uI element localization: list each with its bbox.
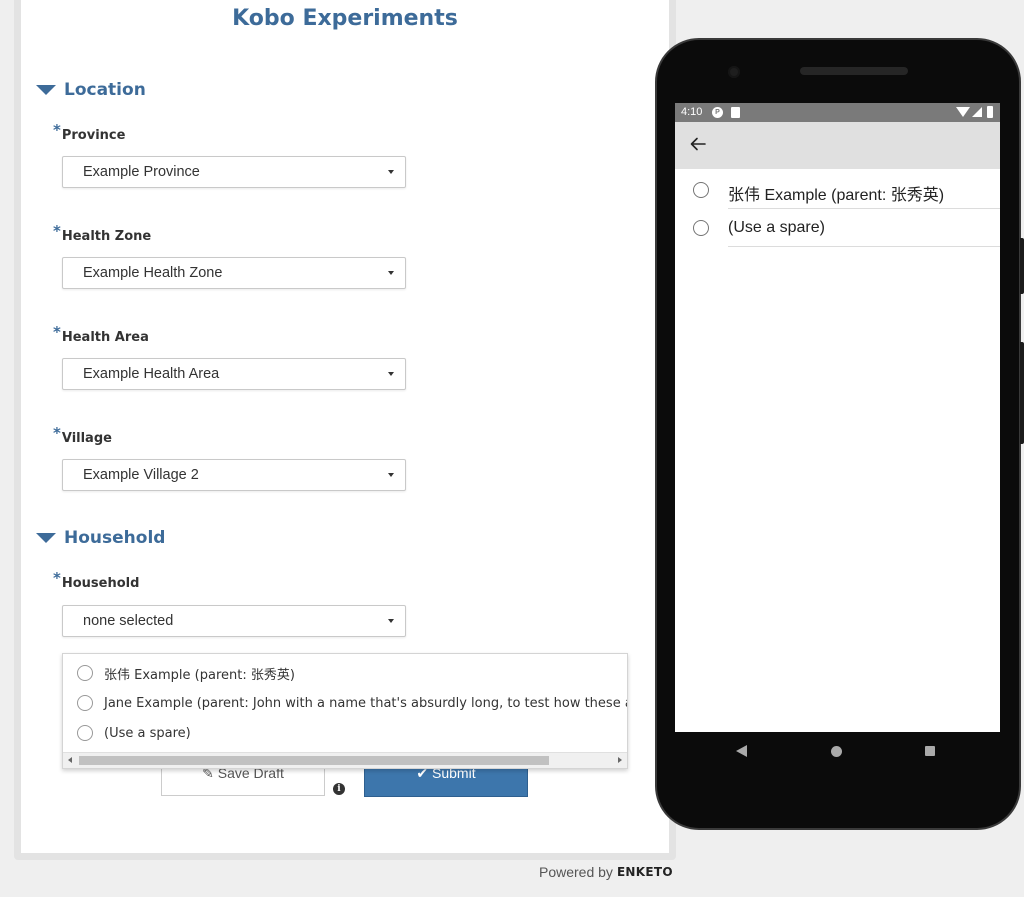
province-select[interactable]: Example Province (62, 156, 406, 188)
phone-option-label: 张伟 Example (parent: 张秀英) (728, 187, 945, 204)
dropdown-arrow-icon (388, 372, 394, 376)
app-bar (675, 122, 1000, 169)
required-marker: * (53, 323, 61, 341)
sd-card-icon (731, 107, 740, 118)
powered-by-text: Powered by (539, 864, 613, 880)
group-header-household[interactable]: Household (36, 526, 165, 550)
nav-home-icon[interactable] (831, 746, 842, 757)
scrollbar-thumb[interactable] (79, 756, 549, 765)
dropdown-option[interactable]: (Use a spare) (77, 723, 191, 743)
dropdown-option-label: 张伟 Example (parent: 张秀英) (104, 667, 295, 683)
dropdown-option[interactable]: Jane Example (parent: John with a name t… (77, 693, 628, 713)
signal-icon (972, 107, 982, 117)
back-arrow-icon[interactable] (688, 134, 708, 154)
required-marker: * (53, 121, 61, 139)
group-header-location[interactable]: Location (36, 78, 146, 102)
health-area-label: *Health Area (53, 323, 149, 345)
province-select-value: Example Province (83, 164, 200, 180)
info-icon[interactable]: i (333, 783, 345, 795)
phone-screen: 4:10 P 张伟 Example (parent: 张秀英) (Use a s… (675, 103, 1000, 732)
scroll-right-icon[interactable] (618, 757, 622, 763)
phone-option-label: (Use a spare) (728, 219, 825, 236)
status-bar: 4:10 P (675, 103, 1000, 122)
nav-back-icon[interactable] (736, 745, 747, 757)
radio-button[interactable] (693, 220, 709, 236)
radio-button[interactable] (77, 665, 93, 681)
dropdown-arrow-icon (388, 271, 394, 275)
form-title: Kobo Experiments (232, 6, 458, 31)
camera-icon (728, 66, 740, 78)
option-divider (728, 246, 1000, 247)
health-zone-select[interactable]: Example Health Zone (62, 257, 406, 289)
horizontal-scrollbar[interactable] (63, 752, 627, 768)
required-marker: * (53, 222, 61, 240)
village-label: *Village (53, 424, 112, 446)
battery-icon (987, 106, 993, 118)
app-notification-icon: P (712, 107, 723, 118)
dropdown-option-label: (Use a spare) (104, 725, 191, 741)
health-area-select-value: Example Health Area (83, 366, 220, 382)
radio-button[interactable] (77, 695, 93, 711)
household-dropdown-menu[interactable]: 张伟 Example (parent: 张秀英) Jane Example (p… (62, 653, 628, 769)
enketo-logo[interactable]: ENKETO (617, 865, 673, 879)
province-label: *Province (53, 121, 126, 143)
required-marker: * (53, 569, 61, 587)
group-title-location: Location (64, 80, 146, 100)
dropdown-arrow-icon (388, 473, 394, 477)
speaker-grille (800, 67, 908, 75)
household-label: *Household (53, 569, 140, 591)
volume-button (1020, 238, 1024, 294)
radio-button[interactable] (77, 725, 93, 741)
option-divider (728, 208, 1000, 209)
village-select[interactable]: Example Village 2 (62, 459, 406, 491)
health-zone-select-value: Example Health Zone (83, 265, 223, 281)
group-title-household: Household (64, 528, 166, 548)
health-area-select[interactable]: Example Health Area (62, 358, 406, 390)
power-button (1020, 342, 1024, 444)
household-select[interactable]: none selected (62, 605, 406, 637)
village-select-value: Example Village 2 (83, 467, 199, 483)
wifi-icon (956, 107, 970, 117)
dropdown-option[interactable]: 张伟 Example (parent: 张秀英) (77, 663, 295, 683)
collapse-caret-icon (36, 533, 56, 543)
powered-by-footer: Powered by ENKETO (539, 864, 673, 880)
health-zone-label: *Health Zone (53, 222, 152, 244)
dropdown-arrow-icon (388, 170, 394, 174)
phone-option[interactable]: 张伟 Example (parent: 张秀英) (675, 172, 1000, 209)
dropdown-arrow-icon (388, 619, 394, 623)
android-nav-bar (675, 732, 1000, 772)
nav-recents-icon[interactable] (925, 746, 935, 756)
dropdown-option-label: Jane Example (parent: John with a name t… (104, 695, 628, 711)
scroll-left-icon[interactable] (68, 757, 72, 763)
collapse-caret-icon (36, 85, 56, 95)
phone-option[interactable]: (Use a spare) (675, 210, 1000, 247)
status-time: 4:10 (681, 106, 703, 118)
household-select-value: none selected (83, 613, 174, 629)
required-marker: * (53, 424, 61, 442)
radio-button[interactable] (693, 182, 709, 198)
